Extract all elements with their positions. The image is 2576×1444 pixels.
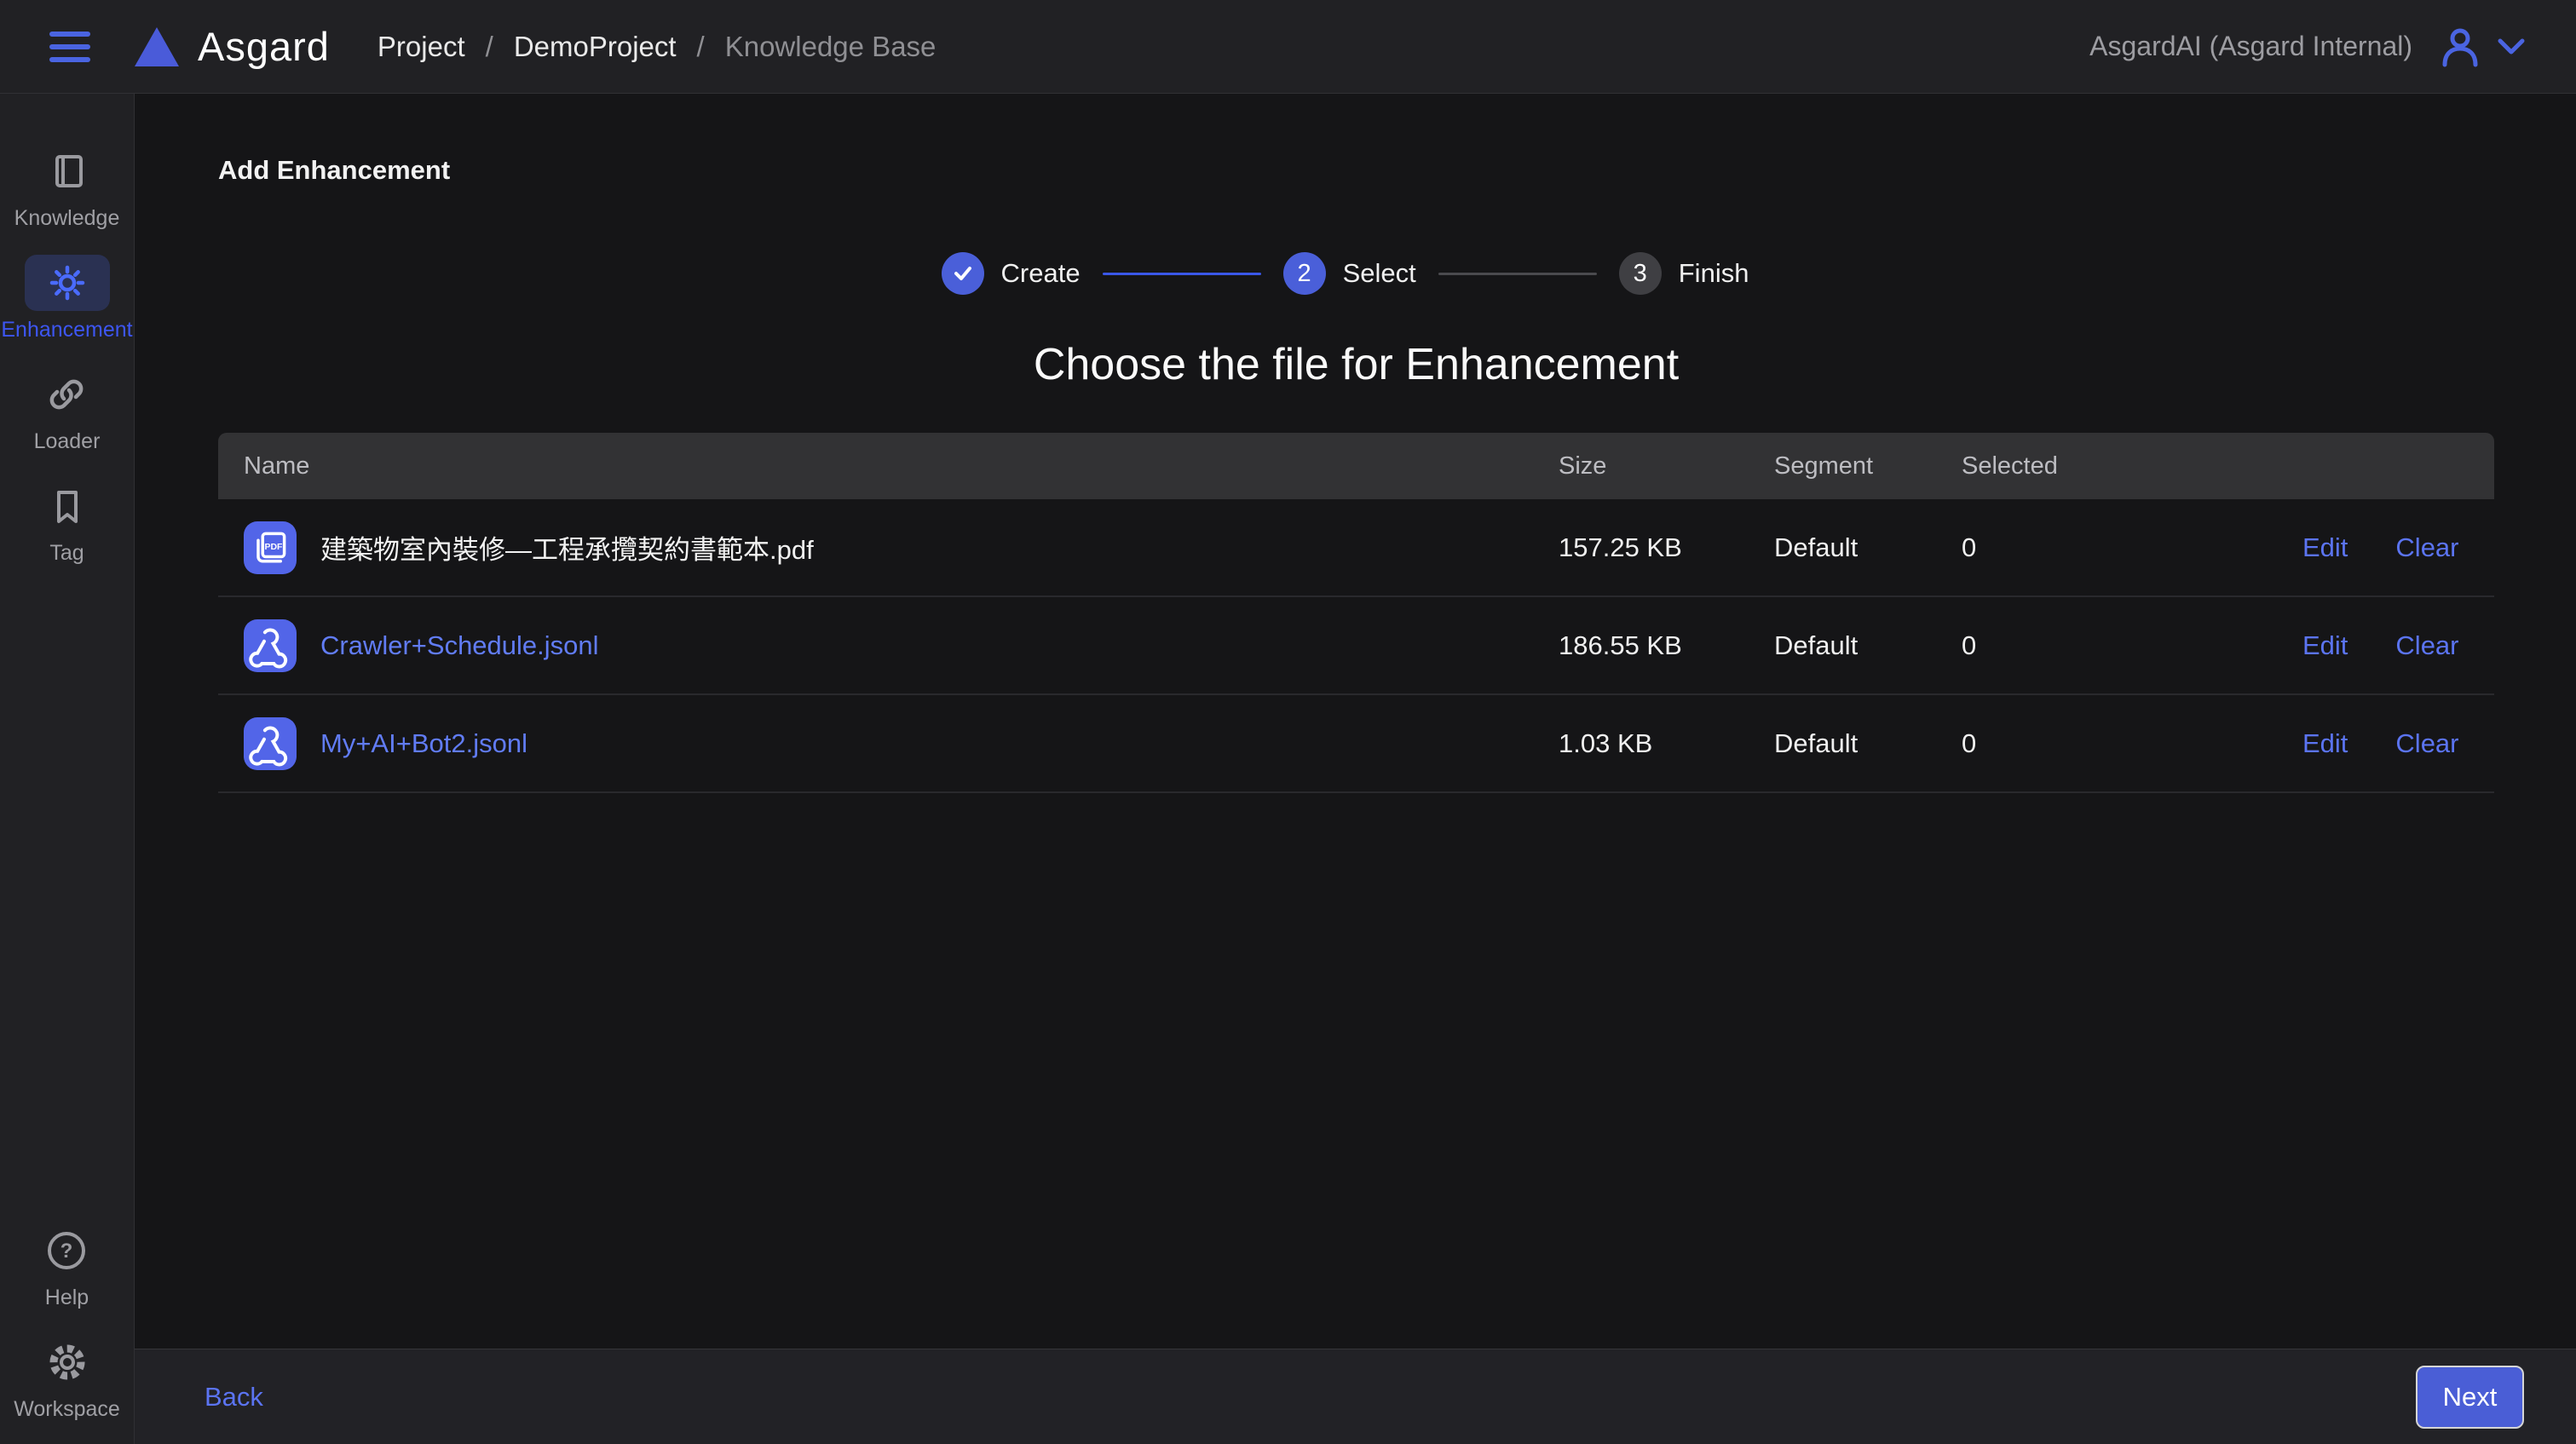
cell-size: 186.55 KB [1559, 630, 1774, 661]
cell-segment: Default [1774, 630, 1962, 661]
cell-selected: 0 [1962, 630, 2268, 661]
breadcrumb-knowledge-base: Knowledge Base [725, 31, 936, 63]
cell-size: 157.25 KB [1559, 532, 1774, 563]
table-row: Crawler+Schedule.jsonl 186.55 KB Default… [218, 597, 2494, 695]
step-connector [1103, 273, 1261, 275]
edit-link[interactable]: Edit [2302, 532, 2348, 563]
menu-icon[interactable] [49, 32, 90, 62]
book-icon [47, 143, 88, 199]
step-select-indicator: 2 [1283, 252, 1326, 295]
sidebar-footer: ? Help Workspace [14, 1223, 120, 1422]
step-finish-indicator: 3 [1619, 252, 1662, 295]
sidebar-item-help[interactable]: ? Help [45, 1223, 89, 1310]
help-circle-icon: ? [45, 1223, 88, 1279]
file-name-link[interactable]: My+AI+Bot2.jsonl [320, 728, 527, 759]
gear-icon [46, 1334, 89, 1390]
svg-text:?: ? [61, 1240, 73, 1263]
column-header-segment: Segment [1774, 452, 1962, 480]
file-table: Name Size Segment Selected [218, 433, 2494, 793]
pdf-file-icon: PDF [244, 521, 297, 574]
cell-selected: 0 [1962, 728, 2268, 759]
step-select-label: Select [1343, 258, 1416, 289]
breadcrumb-separator: / [697, 31, 705, 63]
table-row: My+AI+Bot2.jsonl 1.03 KB Default 0 Edit … [218, 695, 2494, 793]
cell-name: Crawler+Schedule.jsonl [244, 619, 1559, 672]
sidebar-item-loader[interactable]: Loader [34, 366, 101, 454]
user-avatar-icon[interactable] [2438, 25, 2482, 69]
check-icon [950, 261, 976, 286]
cell-actions: Edit Clear [2268, 630, 2469, 661]
logo-triangle-icon [135, 27, 179, 66]
logo-text: Asgard [198, 23, 330, 70]
menu-bar [49, 57, 90, 62]
sidebar-item-label: Tag [49, 541, 84, 566]
table-header-row: Name Size Segment Selected [218, 433, 2494, 499]
clear-link[interactable]: Clear [2395, 532, 2458, 563]
cell-name: My+AI+Bot2.jsonl [244, 717, 1559, 770]
sidebar-item-workspace[interactable]: Workspace [14, 1334, 120, 1422]
clear-link[interactable]: Clear [2395, 728, 2458, 759]
chevron-down-icon[interactable] [2496, 37, 2527, 57]
sidebar-item-label: Enhancement [1, 318, 132, 342]
sidebar-item-tag[interactable]: Tag [47, 478, 88, 566]
clear-link[interactable]: Clear [2395, 630, 2458, 661]
wizard-stepper: Create 2 Select 3 Finish [218, 252, 2494, 295]
step-create-label: Create [1001, 258, 1081, 289]
bookmark-icon [47, 478, 88, 534]
column-header-size: Size [1559, 452, 1774, 480]
sidebar-item-label: Knowledge [14, 206, 120, 231]
breadcrumb-project[interactable]: Project [377, 31, 465, 63]
sidebar-item-label: Workspace [14, 1397, 120, 1422]
page-title: Add Enhancement [218, 155, 2494, 186]
pdf-icon-label: PDF [264, 541, 283, 551]
back-button[interactable]: Back [205, 1382, 263, 1412]
table-row: PDF 建築物室內裝修—工程承攬契約書範本.pdf 157.25 KB Defa… [218, 499, 2494, 597]
cell-selected: 0 [1962, 532, 2268, 563]
main-content: Add Enhancement Create 2 Select 3 Finish [135, 94, 2576, 1349]
edit-link[interactable]: Edit [2302, 630, 2348, 661]
account-label: AsgardAI (Asgard Internal) [2089, 31, 2412, 62]
edit-link[interactable]: Edit [2302, 728, 2348, 759]
step-connector [1438, 273, 1597, 275]
next-button[interactable]: Next [2416, 1366, 2524, 1429]
breadcrumb: Project / DemoProject / Knowledge Base [377, 31, 936, 63]
cell-actions: Edit Clear [2268, 532, 2469, 563]
sidebar-item-knowledge[interactable]: Knowledge [14, 143, 120, 231]
file-name: 建築物室內裝修—工程承攬契約書範本.pdf [320, 528, 814, 567]
section-heading: Choose the file for Enhancement [218, 339, 2494, 390]
breadcrumb-separator: / [486, 31, 493, 63]
jsonl-file-icon [244, 619, 297, 672]
cell-actions: Edit Clear [2268, 728, 2469, 759]
top-header: Asgard Project / DemoProject / Knowledge… [0, 0, 2576, 94]
sidebar-item-enhancement[interactable]: Enhancement [1, 255, 132, 342]
cell-size: 1.03 KB [1559, 728, 1774, 759]
column-header-selected: Selected [1962, 452, 2268, 480]
cell-name: PDF 建築物室內裝修—工程承攬契約書範本.pdf [244, 521, 1559, 574]
menu-bar [49, 44, 90, 49]
wizard-footer-bar: Back Next [135, 1349, 2576, 1444]
sidebar: Knowledge Enhancement [0, 94, 135, 1444]
cell-segment: Default [1774, 728, 1962, 759]
link-icon [46, 366, 87, 423]
step-finish-label: Finish [1679, 258, 1749, 289]
column-header-name: Name [244, 452, 1559, 480]
app-window: Asgard Project / DemoProject / Knowledge… [0, 0, 2576, 1444]
step-create-indicator [942, 252, 984, 295]
jsonl-file-icon [244, 717, 297, 770]
main-area: Add Enhancement Create 2 Select 3 Finish [135, 94, 2576, 1444]
cell-segment: Default [1774, 532, 1962, 563]
file-name-link[interactable]: Crawler+Schedule.jsonl [320, 630, 599, 661]
logo-link[interactable]: Asgard [135, 23, 330, 70]
sun-icon [25, 255, 110, 311]
sidebar-item-label: Help [45, 1286, 89, 1310]
sidebar-item-label: Loader [34, 429, 101, 454]
menu-bar [49, 32, 90, 37]
breadcrumb-demoproject[interactable]: DemoProject [514, 31, 677, 63]
